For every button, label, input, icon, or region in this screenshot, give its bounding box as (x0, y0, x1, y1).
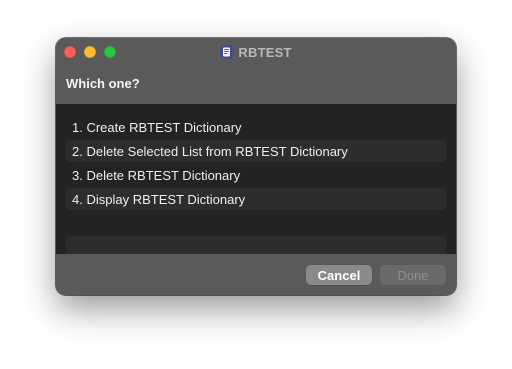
choice-list[interactable]: 1. Create RBTEST Dictionary 2. Delete Se… (56, 104, 456, 254)
list-item[interactable]: 3. Delete RBTEST Dictionary (66, 164, 446, 186)
done-button[interactable]: Done (380, 265, 446, 285)
list-item-empty (66, 236, 446, 254)
title-group: RBTEST (56, 38, 456, 66)
dialog-footer: Cancel Done (56, 254, 456, 295)
list-item[interactable]: 2. Delete Selected List from RBTEST Dict… (66, 140, 446, 162)
prompt-text: Which one? (66, 76, 140, 91)
choose-from-list-dialog: RBTEST Which one? 1. Create RBTEST Dicti… (56, 38, 456, 295)
list-item[interactable]: 4. Display RBTEST Dictionary (66, 188, 446, 210)
script-app-icon (220, 45, 233, 59)
window-title: RBTEST (238, 44, 292, 60)
cancel-button[interactable]: Cancel (306, 265, 372, 285)
list-item[interactable]: 1. Create RBTEST Dictionary (66, 116, 446, 138)
title-bar[interactable]: RBTEST (56, 38, 456, 66)
desktop-background: RBTEST Which one? 1. Create RBTEST Dicti… (0, 0, 512, 369)
